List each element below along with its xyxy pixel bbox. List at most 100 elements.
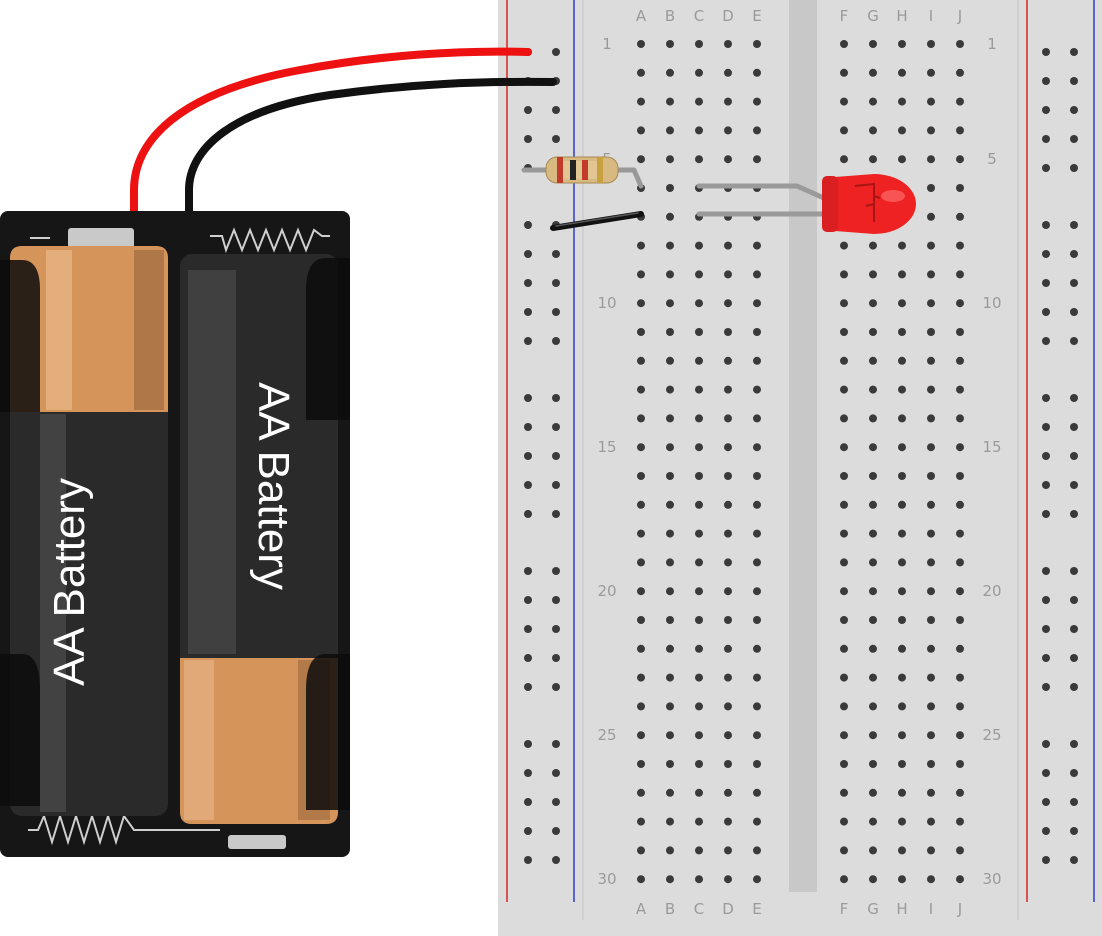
breadboard-hole [956,702,964,711]
breadboard-hole [695,155,703,164]
breadboard-hole [869,529,877,538]
breadboard-hole [840,731,848,740]
breadboard-hole [927,126,935,135]
breadboard-hole [724,644,732,653]
breadboard-hole [637,673,645,682]
breadboard-hole [724,817,732,826]
breadboard-hole [695,760,703,768]
breadboard-hole [869,241,877,250]
breadboard-hole [695,846,703,855]
rail-hole [1070,164,1078,172]
breadboard-hole [753,529,761,538]
rail-hole [552,48,560,56]
rail-hole [552,394,560,402]
rail-hole [524,769,532,777]
breadboard-hole [898,472,906,480]
breadboard-hole [724,760,732,768]
column-label: C [694,7,704,25]
breadboard-hole [753,760,761,768]
breadboard-hole [840,472,848,480]
column-label: B [665,7,675,25]
breadboard-hole [869,500,877,509]
breadboard-hole [840,356,848,365]
breadboard-hole [840,414,848,423]
row-number-label: 20 [597,582,616,600]
rail-hole [1070,510,1078,518]
rail-hole [1070,596,1078,604]
breadboard-hole [840,817,848,826]
breadboard-hole [840,616,848,624]
column-label: D [722,7,734,25]
rail-hole [1070,48,1078,56]
breadboard-hole [666,241,674,250]
breadboard-hole [869,760,877,768]
breadboard-hole [637,68,645,77]
breadboard-hole [927,529,935,538]
breadboard-hole [695,328,703,336]
breadboard-hole [666,385,674,394]
rail-hole [1042,394,1050,402]
breadboard-hole [898,760,906,768]
breadboard-hole [840,97,848,106]
breadboard-hole [666,644,674,653]
breadboard-hole [695,68,703,77]
column-label: F [840,900,849,918]
breadboard-hole [956,414,964,423]
breadboard-hole [869,356,877,365]
breadboard-hole [637,702,645,711]
breadboard-hole [695,731,703,740]
breadboard-hole [724,270,732,279]
breadboard-hole [695,817,703,826]
breadboard-hole [724,846,732,855]
breadboard-hole [898,529,906,538]
breadboard-hole [869,68,877,77]
breadboard-hole [840,68,848,77]
breadboard-hole [666,212,674,221]
battery-right-label: AA Battery [249,382,298,590]
breadboard-hole [898,97,906,106]
breadboard-hole [956,558,964,567]
breadboard-hole [753,68,761,77]
breadboard-hole [666,846,674,855]
breadboard-hole [637,817,645,826]
breadboard-hole [666,616,674,624]
rail-hole [1042,250,1050,258]
rail-hole [1070,769,1078,777]
breadboard-hole [869,616,877,624]
breadboard-hole [869,788,877,797]
breadboard-hole [840,875,848,884]
column-label: A [636,7,647,25]
breadboard-hole [956,587,964,596]
breadboard-hole [753,644,761,653]
breadboard-hole [927,184,935,192]
rail-hole [1070,452,1078,460]
breadboard-hole [753,270,761,279]
rail-hole [1042,567,1050,575]
breadboard-hole [753,385,761,394]
breadboard-hole [666,97,674,106]
breadboard-hole [898,270,906,279]
breadboard-hole [724,414,732,423]
rail-hole [1042,164,1050,172]
breadboard-hole [637,731,645,740]
column-label: J [957,900,962,918]
breadboard-hole [840,702,848,711]
breadboard-hole [956,644,964,653]
breadboard-hole [695,788,703,797]
breadboard-hole [666,40,674,48]
rail-hole [1042,337,1050,345]
rail-hole [524,827,532,835]
rail-hole [552,250,560,258]
breadboard-hole [927,97,935,106]
breadboard-hole [869,875,877,884]
breadboard-hole [753,817,761,826]
breadboard-hole [927,299,935,308]
breadboard-hole [898,68,906,77]
row-number-label: 30 [982,870,1001,888]
breadboard-hole [927,40,935,48]
breadboard-hole [666,472,674,480]
breadboard-hole [869,299,877,308]
breadboard-hole [666,184,674,192]
breadboard-hole [956,241,964,250]
breadboard-hole [724,241,732,250]
